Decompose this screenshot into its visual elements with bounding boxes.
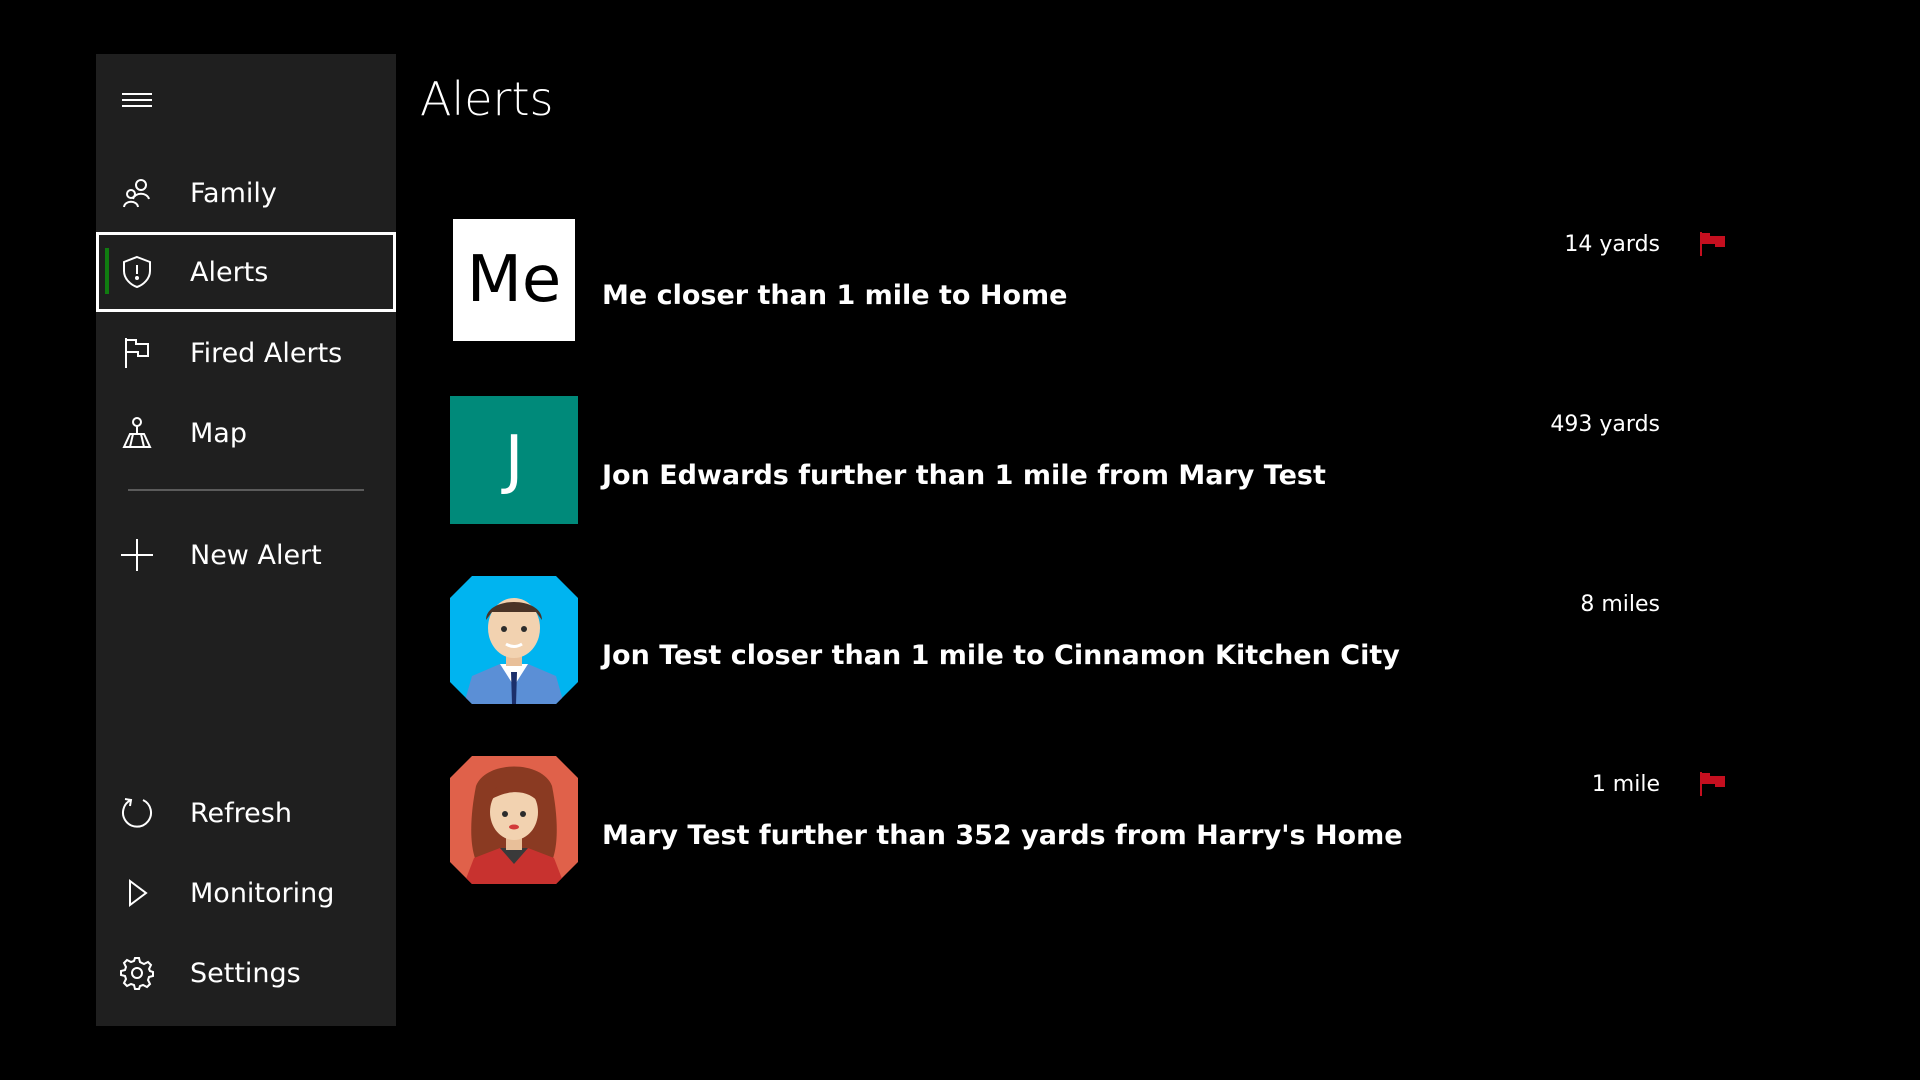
- map-icon: [120, 416, 154, 450]
- nav-item-label: Family: [190, 177, 277, 209]
- alert-list-item[interactable]: Jon Test closer than 1 mile to Cinnamon …: [450, 576, 1780, 706]
- flag-outline-icon: [120, 336, 154, 370]
- selection-indicator: [105, 248, 109, 294]
- avatar: Me: [453, 219, 575, 341]
- nav-item-settings[interactable]: Settings: [96, 934, 396, 1012]
- nav-item-label: New Alert: [190, 539, 322, 571]
- alert-distance: 14 yards: [1564, 232, 1660, 257]
- nav-item-label: Monitoring: [190, 877, 335, 909]
- nav-item-label: Fired Alerts: [190, 337, 343, 369]
- nav-item-label: Settings: [190, 957, 301, 989]
- hamburger-menu-icon[interactable]: [120, 86, 154, 116]
- alert-distance: 1 mile: [1591, 772, 1660, 797]
- alert-list-item[interactable]: J Jon Edwards further than 1 mile from M…: [450, 396, 1780, 526]
- alert-distance: 8 miles: [1580, 592, 1660, 617]
- navigation-pane: Family Alerts Fired Alerts Map New Alert…: [96, 54, 396, 1026]
- nav-item-family[interactable]: Family: [96, 154, 396, 232]
- alert-description: Mary Test further than 352 yards from Ha…: [602, 820, 1403, 851]
- shield-icon: [120, 255, 154, 289]
- fired-flag-icon: [1698, 230, 1728, 258]
- female-avatar-image: [450, 756, 578, 884]
- plus-icon: [120, 538, 154, 572]
- nav-item-monitoring[interactable]: Monitoring: [96, 854, 396, 932]
- nav-item-label: Map: [190, 417, 247, 449]
- nav-item-new-alert[interactable]: New Alert: [96, 516, 396, 594]
- nav-item-refresh[interactable]: Refresh: [96, 774, 396, 852]
- alert-description: Me closer than 1 mile to Home: [602, 280, 1068, 311]
- nav-item-map[interactable]: Map: [96, 394, 396, 472]
- gear-icon: [120, 956, 154, 990]
- avatar: J: [450, 396, 578, 524]
- nav-item-label: Refresh: [190, 797, 292, 829]
- alert-description: Jon Edwards further than 1 mile from Mar…: [602, 460, 1326, 491]
- play-icon: [120, 876, 154, 910]
- alert-list-item[interactable]: Mary Test further than 352 yards from Ha…: [450, 756, 1780, 886]
- fired-flag-icon: [1698, 770, 1728, 798]
- nav-divider: [128, 489, 364, 491]
- page-title: Alerts: [420, 72, 554, 126]
- nav-item-alerts[interactable]: Alerts: [96, 232, 396, 312]
- refresh-icon: [120, 796, 154, 830]
- alert-list-item[interactable]: Me Me closer than 1 mile to Home 14 yard…: [450, 216, 1780, 346]
- male-avatar-image: [450, 576, 578, 704]
- family-icon: [120, 176, 154, 210]
- alert-description: Jon Test closer than 1 mile to Cinnamon …: [602, 640, 1400, 671]
- alert-distance: 493 yards: [1550, 412, 1660, 437]
- nav-item-fired-alerts[interactable]: Fired Alerts: [96, 314, 396, 392]
- nav-item-label: Alerts: [190, 256, 269, 288]
